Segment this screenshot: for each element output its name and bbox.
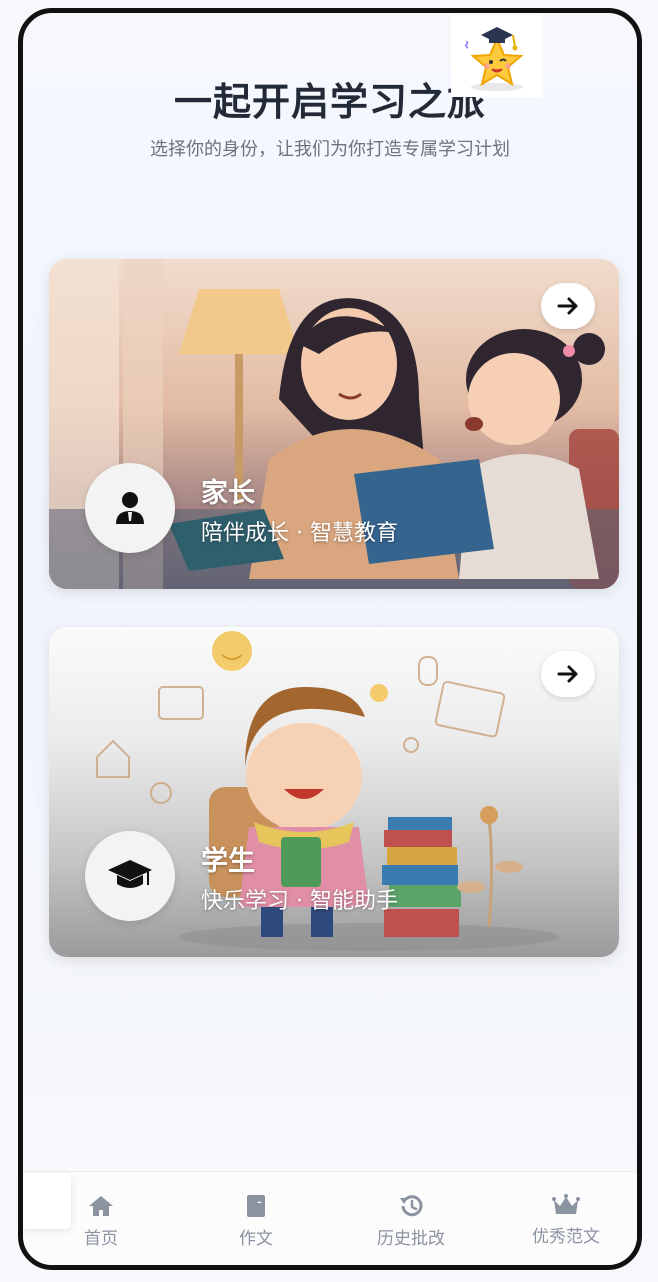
- crown-icon: [552, 1194, 580, 1214]
- tab-excellent-essays-label: 优秀范文: [532, 1227, 600, 1247]
- role-card-student[interactable]: 学生 快乐学习 · 智能助手: [49, 627, 619, 957]
- tab-history[interactable]: 历史批改: [351, 1194, 471, 1249]
- tab-essay-label: 作文: [239, 1229, 273, 1249]
- student-role-name: 学生: [201, 846, 255, 877]
- student-arrow-button[interactable]: [541, 651, 595, 697]
- history-icon: [400, 1195, 423, 1217]
- bottom-tab-bar: 首页 作文 历史批改 优秀范文: [23, 1171, 637, 1265]
- tab-excellent-essays[interactable]: 优秀范文: [506, 1194, 626, 1247]
- graduation-cap-icon: [108, 860, 152, 888]
- arrow-right-icon: [557, 665, 578, 683]
- parent-arrow-button[interactable]: [541, 283, 595, 329]
- student-role-description: 快乐学习 · 智能助手: [201, 889, 398, 914]
- parent-role-name: 家长: [201, 478, 255, 509]
- arrow-right-icon: [557, 297, 578, 315]
- parent-avatar: [85, 463, 175, 553]
- floating-side-button[interactable]: [23, 1173, 71, 1229]
- star-mascot-icon: [451, 15, 543, 97]
- phone-frame: 一起开启学习之旅 选择你的身份，让我们为你打造专属学习计划 家长 陪伴成长 · …: [18, 8, 642, 1270]
- home-icon: [89, 1196, 113, 1216]
- user-tie-icon: [116, 492, 144, 524]
- role-card-parent[interactable]: 家长 陪伴成长 · 智慧教育: [49, 259, 619, 589]
- tab-essay[interactable]: 作文: [196, 1194, 316, 1249]
- book-icon: [247, 1195, 265, 1217]
- page-title: 一起开启学习之旅: [173, 80, 486, 124]
- tab-history-label: 历史批改: [377, 1229, 445, 1249]
- page-subtitle: 选择你的身份，让我们为你打造专属学习计划: [150, 139, 510, 160]
- parent-role-description: 陪伴成长 · 智慧教育: [201, 521, 398, 546]
- student-avatar: [85, 831, 175, 921]
